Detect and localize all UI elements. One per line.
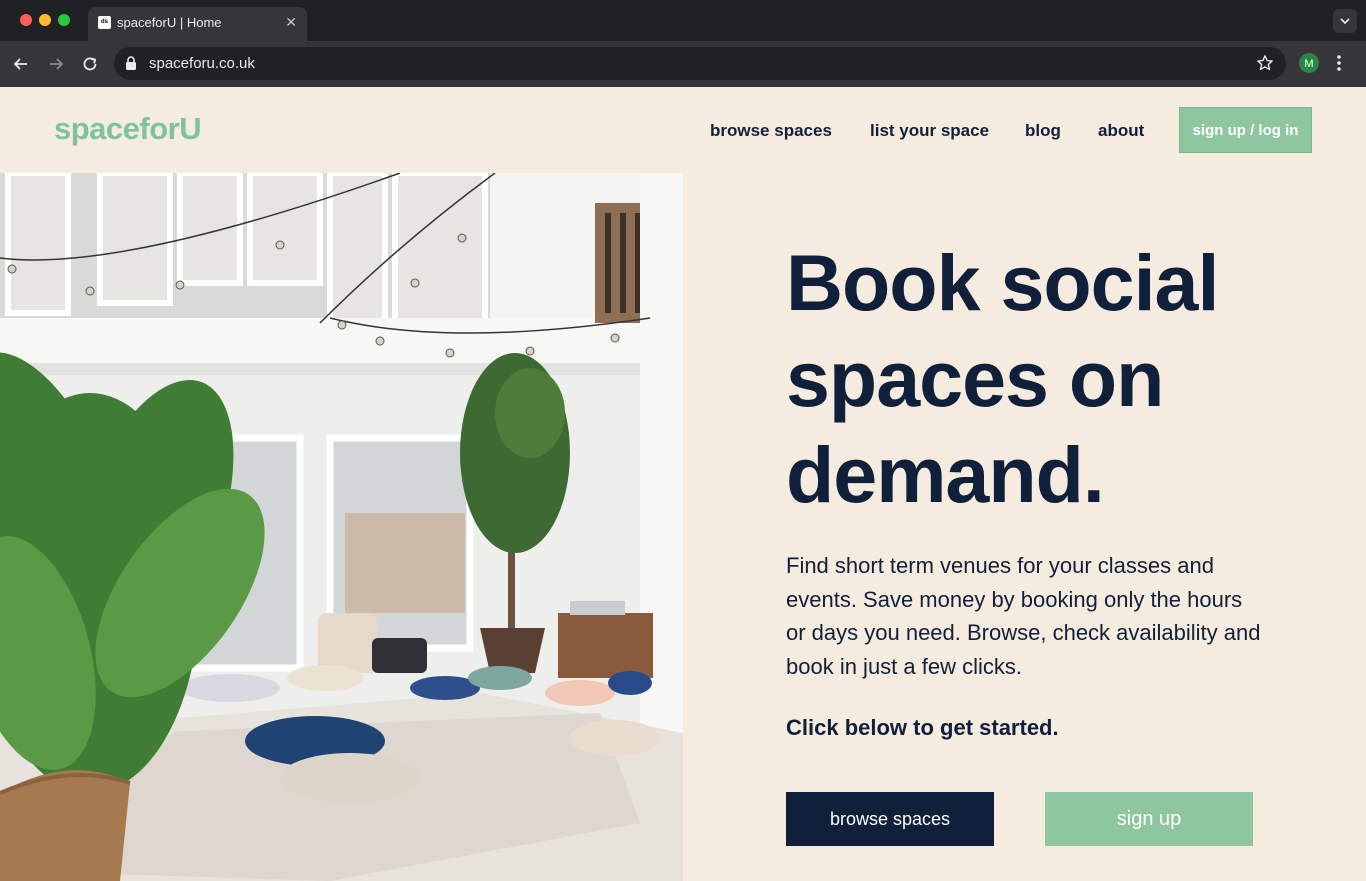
tab-search-button[interactable] bbox=[1333, 9, 1357, 33]
signup-login-button[interactable]: sign up / log in bbox=[1179, 107, 1312, 153]
headline-line-3: demand. bbox=[786, 430, 1105, 519]
site-favicon-icon: ds bbox=[98, 16, 111, 29]
tab-close-icon[interactable]: ✕ bbox=[285, 14, 297, 31]
forward-arrow-icon[interactable] bbox=[46, 54, 66, 74]
browser-tab[interactable]: ds spaceforU | Home ✕ bbox=[88, 7, 307, 41]
browser-tab-bar: ds spaceforU | Home ✕ bbox=[0, 0, 1366, 41]
nav-browse-spaces[interactable]: browse spaces bbox=[710, 121, 832, 141]
get-started-note: Click below to get started. bbox=[786, 715, 1059, 740]
reload-icon[interactable] bbox=[80, 54, 100, 74]
url-text: spaceforu.co.uk bbox=[149, 55, 255, 72]
maximize-window-button[interactable] bbox=[58, 14, 70, 26]
hero-headline: Book social spaces on demand. bbox=[786, 235, 1306, 523]
close-window-button[interactable] bbox=[20, 14, 32, 26]
page: spaceforU browse spaces list your space … bbox=[0, 87, 1366, 881]
browser-menu-icon[interactable] bbox=[1336, 54, 1342, 72]
bookmark-star-icon[interactable] bbox=[1256, 54, 1274, 72]
sign-up-button[interactable]: sign up bbox=[1045, 792, 1253, 846]
back-arrow-icon[interactable] bbox=[11, 54, 31, 74]
profile-avatar[interactable]: M bbox=[1299, 53, 1319, 73]
headline-line-1: Book social bbox=[786, 238, 1219, 327]
address-bar[interactable]: spaceforu.co.uk bbox=[114, 47, 1286, 80]
headline-line-2: spaces on bbox=[786, 334, 1164, 423]
nav-blog[interactable]: blog bbox=[1025, 121, 1061, 141]
tab-title: spaceforU | Home bbox=[117, 15, 222, 30]
browse-spaces-button[interactable]: browse spaces bbox=[786, 792, 994, 846]
nav-list-your-space[interactable]: list your space bbox=[870, 121, 989, 141]
interior-photo bbox=[0, 173, 683, 881]
browser-toolbar: spaceforu.co.uk M bbox=[0, 41, 1366, 87]
hero-description: Find short term venues for your classes … bbox=[786, 553, 1261, 679]
minimize-window-button[interactable] bbox=[39, 14, 51, 26]
hero-image bbox=[0, 173, 683, 881]
site-logo[interactable]: spaceforU bbox=[54, 111, 202, 147]
lock-icon bbox=[126, 56, 136, 70]
chevron-down-icon bbox=[1340, 18, 1350, 25]
nav-about[interactable]: about bbox=[1098, 121, 1144, 141]
